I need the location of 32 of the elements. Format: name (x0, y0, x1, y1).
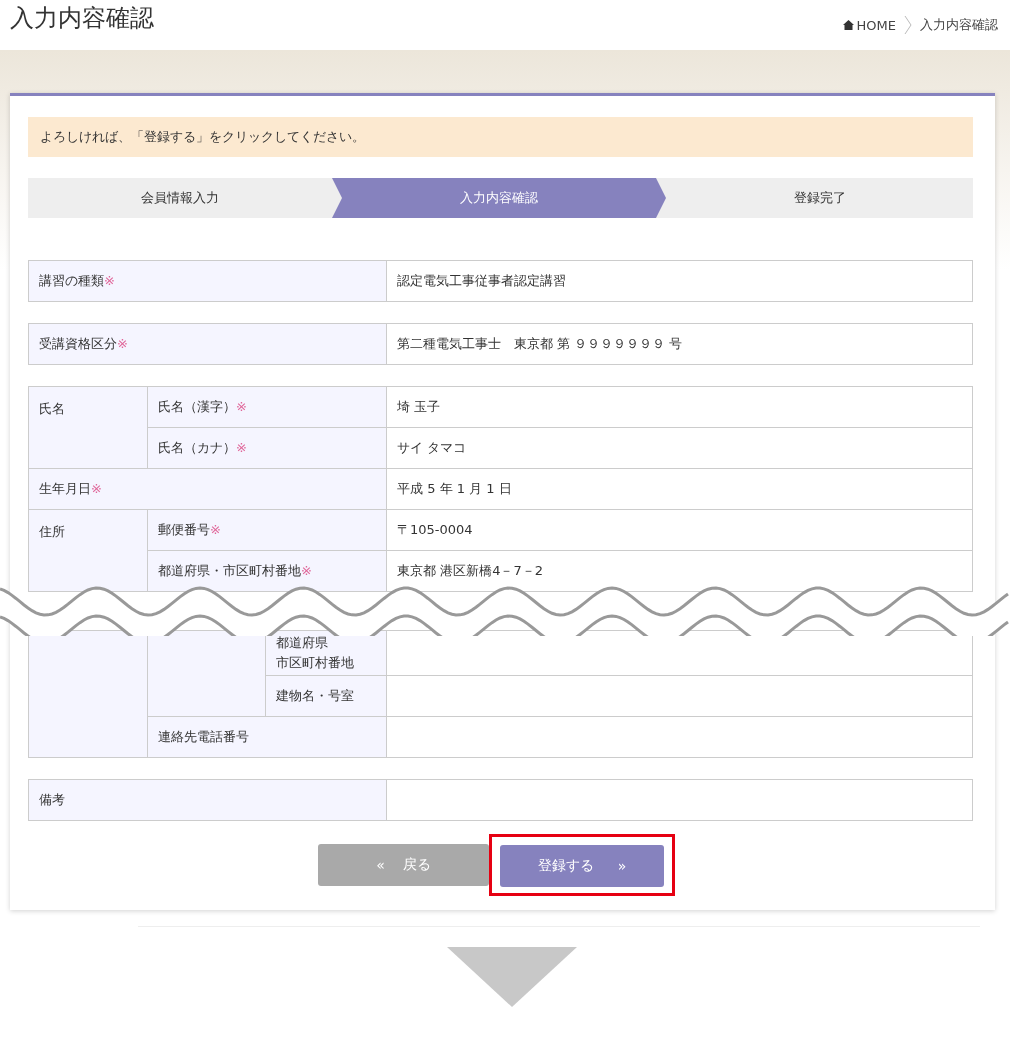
field-label: 備考 (28, 779, 387, 821)
field-label: 建物名・号室 (265, 675, 387, 717)
field-value: 平成 5 年 1 月 1 日 (386, 468, 973, 510)
group-label: 住所 (28, 509, 148, 592)
field-label: 受講資格区分※ (28, 323, 387, 365)
down-arrow-icon (447, 947, 577, 1007)
back-button[interactable]: « 戻る (318, 844, 489, 886)
breadcrumb-current: 入力内容確認 (920, 16, 998, 34)
field-value: 埼 玉子 (386, 386, 973, 428)
group-label: 氏名 (28, 386, 148, 469)
field-label: 都道府県・市区町村番地※ (147, 550, 387, 592)
step-item: 会員情報入力 (140, 189, 220, 207)
field-value: 認定電気工事従事者認定講習 (386, 260, 973, 302)
step-item: 登録完了 (792, 189, 847, 207)
field-value: サイ タマコ (386, 427, 973, 469)
field-label: 都道府県 市区町村番地 (265, 630, 387, 676)
field-label: 生年月日※ (28, 468, 387, 510)
field-label: 講習の種類※ (28, 260, 387, 302)
field-label: 氏名（カナ）※ (147, 427, 387, 469)
home-icon (842, 20, 854, 30)
field-label: 連絡先電話番号 (147, 716, 387, 758)
step-item: 入力内容確認 (332, 178, 666, 218)
chevron-icon (904, 15, 912, 35)
breadcrumb-text: HOME (856, 17, 896, 33)
page-title: 入力内容確認 (10, 3, 154, 34)
field-label: 郵便番号※ (147, 509, 387, 551)
field-value: 第二種電気工事士 東京都 第 ９９９９９９９ 号 (386, 323, 973, 365)
breadcrumb-link[interactable]: HOME (842, 17, 896, 33)
field-value: 〒105-0004 (386, 509, 973, 551)
register-button[interactable]: 登録する » (500, 845, 664, 887)
notice-message: よろしければ、「登録する」をクリックしてください。 (28, 117, 973, 157)
field-label: 氏名（漢字）※ (147, 386, 387, 428)
